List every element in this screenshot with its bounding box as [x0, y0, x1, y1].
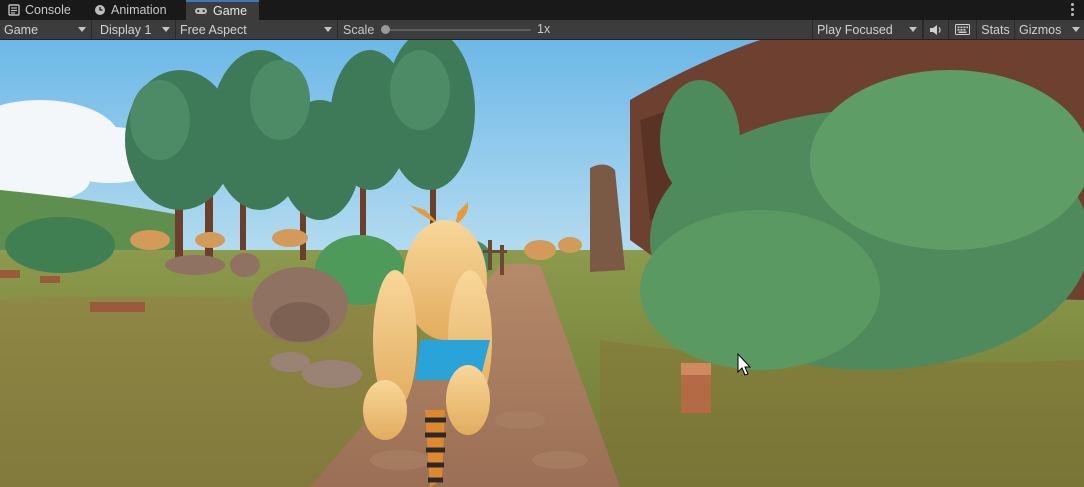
tab-console[interactable]: Console: [0, 0, 86, 20]
console-icon: [8, 4, 20, 16]
tab-animation-label: Animation: [111, 3, 167, 17]
play-mode-value: Play Focused: [817, 22, 893, 37]
more-options-icon[interactable]: [1071, 3, 1074, 17]
keyboard-button[interactable]: [948, 20, 976, 39]
right-foliage: [640, 70, 1084, 370]
aspect-value: Free Aspect: [180, 22, 247, 37]
tab-animation[interactable]: Animation: [86, 0, 186, 20]
chevron-down-icon: [1072, 27, 1080, 32]
display-value: Display 1: [100, 22, 152, 37]
game-scene: [0, 40, 1084, 487]
mute-audio-button[interactable]: [923, 20, 948, 39]
scale-slider-track[interactable]: [385, 29, 531, 31]
chevron-down-icon: [909, 27, 917, 32]
gamepad-icon: [195, 8, 207, 14]
tab-game-label: Game: [213, 4, 248, 18]
clock-icon: [95, 5, 105, 15]
scale-value: 1x: [537, 22, 551, 36]
gizmos-dropdown[interactable]: Gizmos: [1014, 20, 1084, 39]
scale-label: Scale: [343, 22, 375, 37]
speaker-icon: [930, 24, 941, 35]
game-view-toolbar: Game Display 1 Free Aspect Scale 1x Play…: [0, 20, 1084, 40]
chevron-down-icon: [324, 27, 332, 32]
crate-prop: [681, 363, 711, 413]
view-mode-value: Game: [4, 22, 39, 37]
chevron-down-icon: [78, 27, 86, 32]
tab-console-label: Console: [25, 3, 71, 17]
aspect-dropdown[interactable]: Free Aspect: [176, 20, 338, 39]
chevron-down-icon: [162, 27, 170, 32]
keyboard-icon: [955, 24, 970, 35]
scale-control: Scale 1x: [339, 20, 811, 39]
stats-label: Stats: [981, 22, 1010, 37]
stats-button[interactable]: Stats: [976, 20, 1014, 39]
editor-tab-bar: Console Animation Game: [0, 0, 1084, 20]
display-dropdown[interactable]: Display 1: [92, 20, 176, 39]
gizmos-label: Gizmos: [1019, 22, 1062, 37]
play-mode-dropdown[interactable]: Play Focused: [812, 20, 923, 39]
scale-slider-handle[interactable]: [381, 25, 390, 34]
view-mode-dropdown[interactable]: Game: [0, 20, 92, 39]
tab-game[interactable]: Game: [186, 0, 259, 20]
game-viewport[interactable]: [0, 40, 1084, 487]
